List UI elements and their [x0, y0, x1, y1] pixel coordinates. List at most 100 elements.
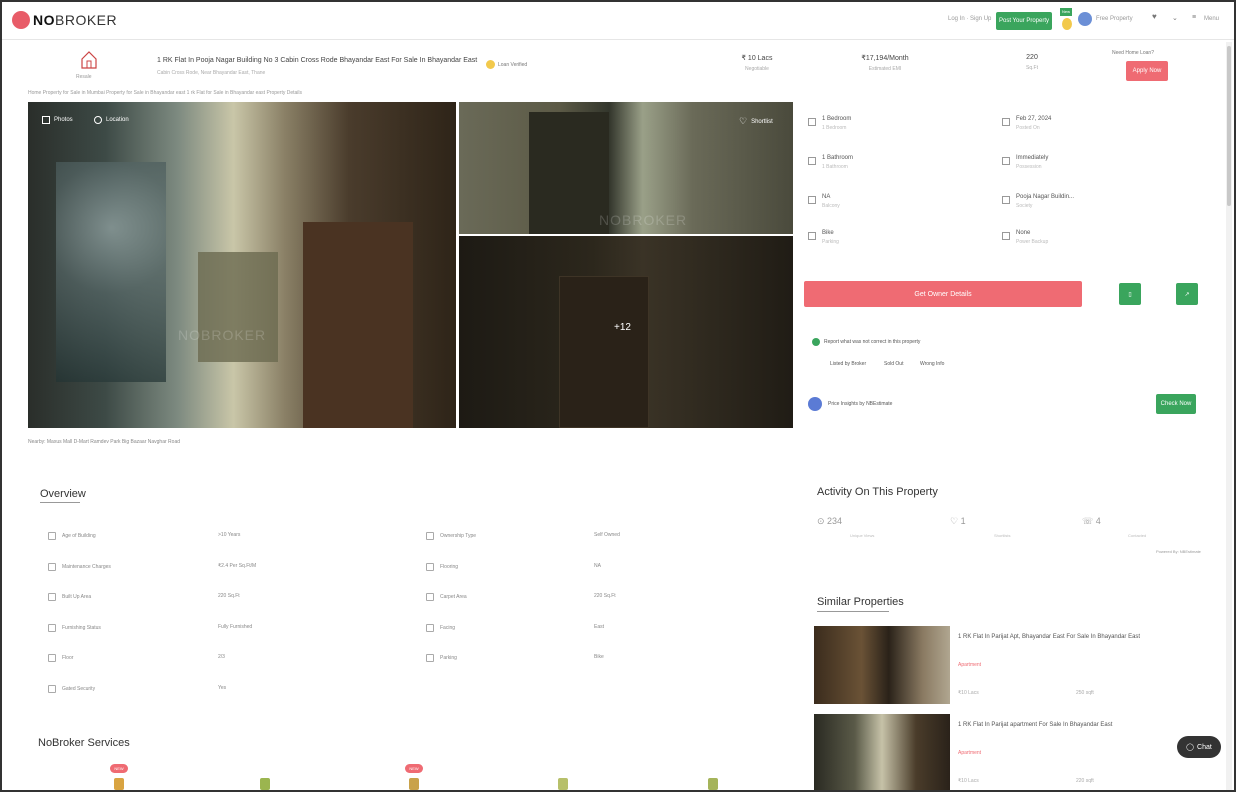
phone-icon: ☏: [1082, 516, 1096, 526]
check-now-button[interactable]: Check Now: [1156, 394, 1196, 414]
detail-label: Parking: [822, 239, 839, 245]
similar-card-title[interactable]: 1 RK Flat In Parijat apartment For Sale …: [958, 722, 1112, 728]
emi-stat: ₹17,194/Month Estimated EMI: [840, 54, 930, 72]
detail-power: None Power Backup: [1002, 230, 1048, 245]
login-link[interactable]: Log In · Sign Up: [948, 16, 991, 22]
overview-row: Floor: [48, 654, 73, 662]
service-icon[interactable]: [558, 778, 568, 790]
user-menu[interactable]: Free Property: [1096, 16, 1133, 22]
report-option-wrong[interactable]: Wrong Info: [920, 361, 944, 367]
avatar[interactable]: [1078, 12, 1092, 26]
powered-by: Powered By: NBEstimate: [1156, 549, 1201, 554]
similar-card-title[interactable]: 1 RK Flat In Parijat Apt, Bhayandar East…: [958, 634, 1140, 640]
carpet-icon: [426, 593, 434, 601]
report-icon: [812, 338, 820, 346]
similar-card-price: ₹10 Lacs: [958, 690, 979, 696]
hamburger-icon[interactable]: ≡: [1192, 14, 1196, 21]
report-option-sold[interactable]: Sold Out: [884, 361, 903, 367]
contacted-label: Contacted: [1128, 533, 1147, 538]
service-icon[interactable]: [260, 778, 270, 790]
detail-label: 1 Bathroom: [822, 164, 848, 170]
similar-card-area: 250 sqft: [1076, 690, 1094, 696]
side-photo-1[interactable]: NOBROKER ♡ Shortlist: [459, 102, 793, 234]
chevron-down-icon[interactable]: ⌄: [1172, 14, 1178, 22]
service-new-badge: NEW: [405, 764, 423, 773]
home-icon: [81, 51, 97, 69]
views-value: 234: [827, 516, 843, 526]
photos-button[interactable]: Photos: [42, 116, 73, 124]
watermark-2: NOBROKER: [599, 212, 688, 228]
camera-icon: [42, 116, 50, 124]
flooring-icon: [426, 563, 434, 571]
similar-card-2[interactable]: 1 RK Flat In Parijat apartment For Sale …: [814, 714, 1214, 790]
shortlist-square-button[interactable]: ▯: [1119, 283, 1141, 305]
report-option-broker[interactable]: Listed by Broker: [830, 361, 866, 367]
overview-row: Gated Security: [48, 685, 95, 693]
shortlist-button[interactable]: ♡ Shortlist: [739, 116, 773, 127]
services-title: NoBroker Services: [38, 737, 130, 749]
similar-card-1[interactable]: 1 RK Flat In Parijat Apt, Bhayandar East…: [814, 626, 1214, 704]
get-owner-details-button[interactable]: Get Owner Details: [804, 281, 1082, 307]
apply-loan-button[interactable]: Apply Now: [1126, 61, 1168, 81]
overview-label: Ownership Type: [440, 533, 477, 539]
post-property-button[interactable]: Post Your Property: [996, 12, 1052, 30]
photo-shelf-shape: [56, 162, 166, 382]
side-photo-2[interactable]: +12: [459, 236, 793, 428]
chat-button[interactable]: ◯ Chat: [1177, 736, 1221, 758]
overview-label: Flooring: [440, 564, 459, 570]
page-frame: NOBROKER Log In · Sign Up Post Your Prop…: [0, 0, 1236, 792]
photos-label: Photos: [54, 117, 73, 123]
calendar-icon: [1002, 118, 1010, 126]
service-icon[interactable]: [114, 778, 124, 790]
overview-label: Parking: [440, 655, 457, 661]
similar-photo[interactable]: [814, 714, 950, 790]
overview-value: 220 Sq.Ft: [218, 593, 240, 599]
bulb-icon[interactable]: [1062, 18, 1072, 30]
similar-photo[interactable]: [814, 626, 950, 704]
overview-row: Parking: [426, 654, 457, 662]
loan-question: Need Home Loan?: [1112, 50, 1154, 56]
verified-icon: [486, 60, 495, 69]
detail-posted: Feb 27, 2024 Posted On: [1002, 116, 1051, 131]
key-icon: [1002, 157, 1010, 165]
share-square-button[interactable]: ↗: [1176, 283, 1198, 305]
overview-value: ₹2.4 Per Sq.Ft/M: [218, 563, 257, 569]
shortlists-value: 1: [960, 516, 966, 526]
overview-row: Facing: [426, 624, 455, 632]
overview-value: 2/3: [218, 654, 225, 660]
estimate-icon: [808, 397, 822, 411]
area-icon: [48, 593, 56, 601]
service-icon[interactable]: [409, 778, 419, 790]
detail-value: Pooja Nagar Buildin...: [1016, 194, 1075, 200]
overview-underline: [40, 502, 80, 503]
balcony-icon: [808, 196, 816, 204]
breadcrumb[interactable]: Home Property for Sale in Mumbai Propert…: [28, 90, 302, 96]
shortlist-label: Shortlist: [751, 118, 773, 125]
location-button[interactable]: Location: [94, 116, 129, 124]
overview-row: Flooring: [426, 563, 458, 571]
area-label: Sq.Ft: [1026, 65, 1038, 71]
main-photo[interactable]: NOBROKER Photos Location: [28, 102, 456, 428]
detail-label: 1 Bedroom: [822, 125, 847, 131]
menu-link[interactable]: Menu: [1204, 16, 1219, 22]
more-photos-count[interactable]: +12: [614, 322, 631, 333]
detail-value: None: [1016, 230, 1031, 236]
compass-icon: [426, 624, 434, 632]
detail-bedroom: 1 Bedroom 1 Bedroom: [808, 116, 851, 131]
scrollbar-thumb[interactable]: [1227, 46, 1231, 206]
contacted-stat: ☏ 4: [1082, 516, 1101, 527]
logo-prefix: NO: [33, 12, 55, 28]
maintenance-icon: [48, 563, 56, 571]
detail-value: 1 Bathroom: [822, 155, 854, 161]
notification-icon[interactable]: ♥: [1152, 12, 1157, 21]
shortlists-label: Shortlists: [994, 533, 1011, 538]
detail-label: Society: [1016, 203, 1033, 209]
overview-value: >10 Years: [218, 532, 241, 538]
service-icon[interactable]: [708, 778, 718, 790]
nobroker-logo[interactable]: NOBROKER: [12, 11, 117, 29]
emi-label: Estimated EMI: [868, 66, 902, 72]
overview-label: Gated Security: [62, 686, 96, 692]
bookmark-icon: ▯: [1128, 291, 1132, 298]
nearby-list[interactable]: Nearby: Maxus Mall D-Mart Ramdev Park Bi…: [28, 439, 180, 445]
eye-icon: ⊙: [817, 516, 828, 526]
